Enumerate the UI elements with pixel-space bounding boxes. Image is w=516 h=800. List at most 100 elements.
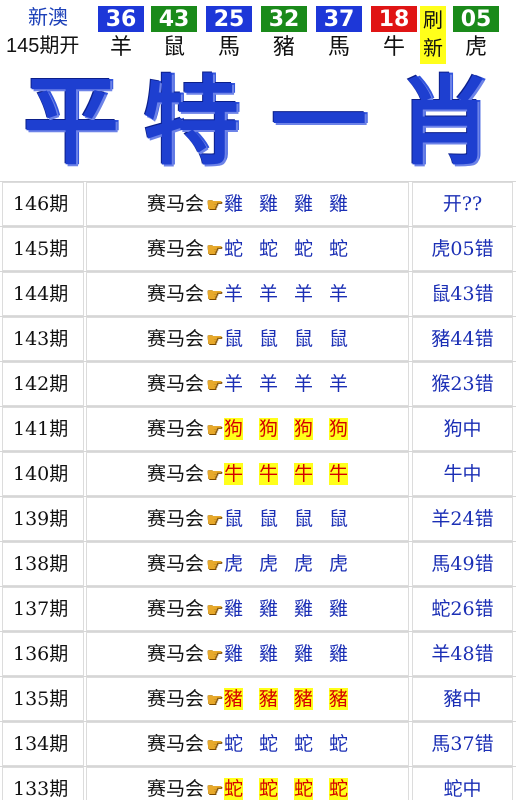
- prediction-cell: 赛马会 ☛羊羊羊羊: [86, 362, 409, 406]
- period-cell: 136期: [2, 632, 84, 676]
- pointing-hand-icon: ☛: [205, 194, 223, 216]
- prediction-cell: 赛马会 ☛雞雞雞雞: [86, 182, 409, 226]
- table-row: 143期 赛马会 ☛鼠鼠鼠鼠豬44错: [0, 316, 516, 361]
- result-cell: 豬中: [412, 677, 513, 721]
- predicted-zodiac: 雞: [259, 598, 279, 620]
- predicted-zodiac: 虎: [329, 553, 349, 575]
- predicted-zodiac: 牛: [329, 463, 349, 485]
- prediction-cell: 赛马会 ☛雞雞雞雞: [86, 587, 409, 631]
- period-cell: 140期: [2, 452, 84, 496]
- predicted-zodiac: 鼠: [259, 328, 279, 350]
- pointing-hand-icon: ☛: [205, 644, 223, 666]
- predicted-zodiac: 蛇: [294, 778, 314, 800]
- predicted-zodiac: 牛: [224, 463, 244, 485]
- predicted-zodiac: 蛇: [224, 733, 244, 755]
- predicted-zodiac: 虎: [259, 553, 279, 575]
- pointing-hand-icon: ☛: [205, 779, 223, 800]
- draw-period-label: 145期开: [6, 35, 80, 57]
- predicted-zodiac: 虎: [294, 553, 314, 575]
- banner-title-char: 一: [271, 65, 367, 178]
- predicted-zodiac: 雞: [259, 193, 279, 215]
- source-label: 赛马会: [146, 283, 204, 305]
- source-label: 赛马会: [146, 373, 204, 395]
- banner-title-char: 特: [143, 65, 239, 178]
- ball-number: 37: [316, 6, 362, 32]
- pointing-hand-icon: ☛: [205, 284, 223, 306]
- predicted-zodiac: 羊: [224, 283, 244, 305]
- predicted-zodiac: 虎: [224, 553, 244, 575]
- pointing-hand-icon: ☛: [205, 329, 223, 351]
- result-cell: 猴23错: [412, 362, 513, 406]
- table-row: 140期 赛马会 ☛牛牛牛牛牛中: [0, 451, 516, 496]
- banner-title-char: 平: [23, 65, 119, 178]
- period-cell: 138期: [2, 542, 84, 586]
- predicted-zodiac: 蛇: [259, 733, 279, 755]
- draw-info: 新澳 145期开: [0, 0, 92, 64]
- result-cell: 牛中: [412, 452, 513, 496]
- predicted-zodiac: 牛: [259, 463, 279, 485]
- predicted-zodiac: 蛇: [224, 778, 244, 800]
- predicted-zodiac: 蛇: [329, 778, 349, 800]
- period-cell: 141期: [2, 407, 84, 451]
- period-cell: 145期: [2, 227, 84, 271]
- predicted-zodiac: 雞: [224, 193, 244, 215]
- predicted-zodiac: 蛇: [259, 778, 279, 800]
- ball-zodiac: 馬: [217, 35, 240, 60]
- predicted-zodiac: 鼠: [259, 508, 279, 530]
- pointing-hand-icon: ☛: [205, 419, 223, 441]
- result-cell: 羊48错: [412, 632, 513, 676]
- predicted-zodiac: 蛇: [294, 238, 314, 260]
- refresh-label-top: 刷: [423, 8, 443, 32]
- predicted-zodiac: 鼠: [329, 328, 349, 350]
- result-cell: 虎05错: [412, 227, 513, 271]
- prediction-cell: 赛马会 ☛雞雞雞雞: [86, 632, 409, 676]
- region-label: 新澳: [28, 7, 68, 29]
- predicted-zodiac: 雞: [329, 643, 349, 665]
- pointing-hand-icon: ☛: [205, 509, 223, 531]
- predicted-zodiac: 羊: [294, 373, 314, 395]
- source-label: 赛马会: [146, 553, 204, 575]
- prediction-cell: 赛马会 ☛蛇蛇蛇蛇: [86, 227, 409, 271]
- result-cell: 蛇中: [412, 767, 513, 800]
- source-label: 赛马会: [146, 463, 204, 485]
- source-label: 赛马会: [146, 193, 204, 215]
- pointing-hand-icon: ☛: [205, 464, 223, 486]
- prediction-cell: 赛马会 ☛鼠鼠鼠鼠: [86, 317, 409, 361]
- pointing-hand-icon: ☛: [205, 374, 223, 396]
- table-row: 135期 赛马会 ☛豬豬豬豬豬中: [0, 676, 516, 721]
- ball-zodiac: 牛: [382, 35, 405, 60]
- prediction-table: 146期 赛马会 ☛雞雞雞雞开?? 145期 赛马会 ☛蛇蛇蛇蛇虎05错 144期 赛马会 ☛羊…: [0, 181, 516, 800]
- predicted-zodiac: 雞: [329, 193, 349, 215]
- ball-number: 05: [453, 6, 499, 32]
- predicted-zodiac: 牛: [294, 463, 314, 485]
- predicted-zodiac: 雞: [294, 193, 314, 215]
- predicted-zodiac: 狗: [259, 418, 279, 440]
- table-row: 146期 赛马会 ☛雞雞雞雞开??: [0, 181, 516, 226]
- result-cell: 羊24错: [412, 497, 513, 541]
- source-label: 赛马会: [146, 598, 204, 620]
- predicted-zodiac: 蛇: [224, 238, 244, 260]
- predicted-zodiac: 鼠: [294, 328, 314, 350]
- result-cell: 馬37错: [412, 722, 513, 766]
- refresh-button[interactable]: 刷 新: [420, 6, 446, 64]
- table-row: 142期 赛马会 ☛羊羊羊羊猴23错: [0, 361, 516, 406]
- predicted-zodiac: 鼠: [329, 508, 349, 530]
- period-cell: 142期: [2, 362, 84, 406]
- ball-zodiac: 羊: [109, 35, 132, 60]
- period-cell: 143期: [2, 317, 84, 361]
- predicted-zodiac: 羊: [329, 283, 349, 305]
- period-cell: 137期: [2, 587, 84, 631]
- ball-zodiac: 鼠: [162, 35, 185, 60]
- predicted-zodiac: 狗: [224, 418, 244, 440]
- ball-number: 25: [206, 6, 252, 32]
- predicted-zodiac: 鼠: [224, 328, 244, 350]
- pointing-hand-icon: ☛: [205, 734, 223, 756]
- ball-zodiac: 虎: [464, 35, 487, 60]
- predicted-zodiac: 羊: [329, 373, 349, 395]
- predicted-zodiac: 豬: [224, 688, 244, 710]
- period-cell: 144期: [2, 272, 84, 316]
- predicted-zodiac: 蛇: [329, 238, 349, 260]
- pointing-hand-icon: ☛: [205, 239, 223, 261]
- period-cell: 134期: [2, 722, 84, 766]
- predicted-zodiac: 狗: [294, 418, 314, 440]
